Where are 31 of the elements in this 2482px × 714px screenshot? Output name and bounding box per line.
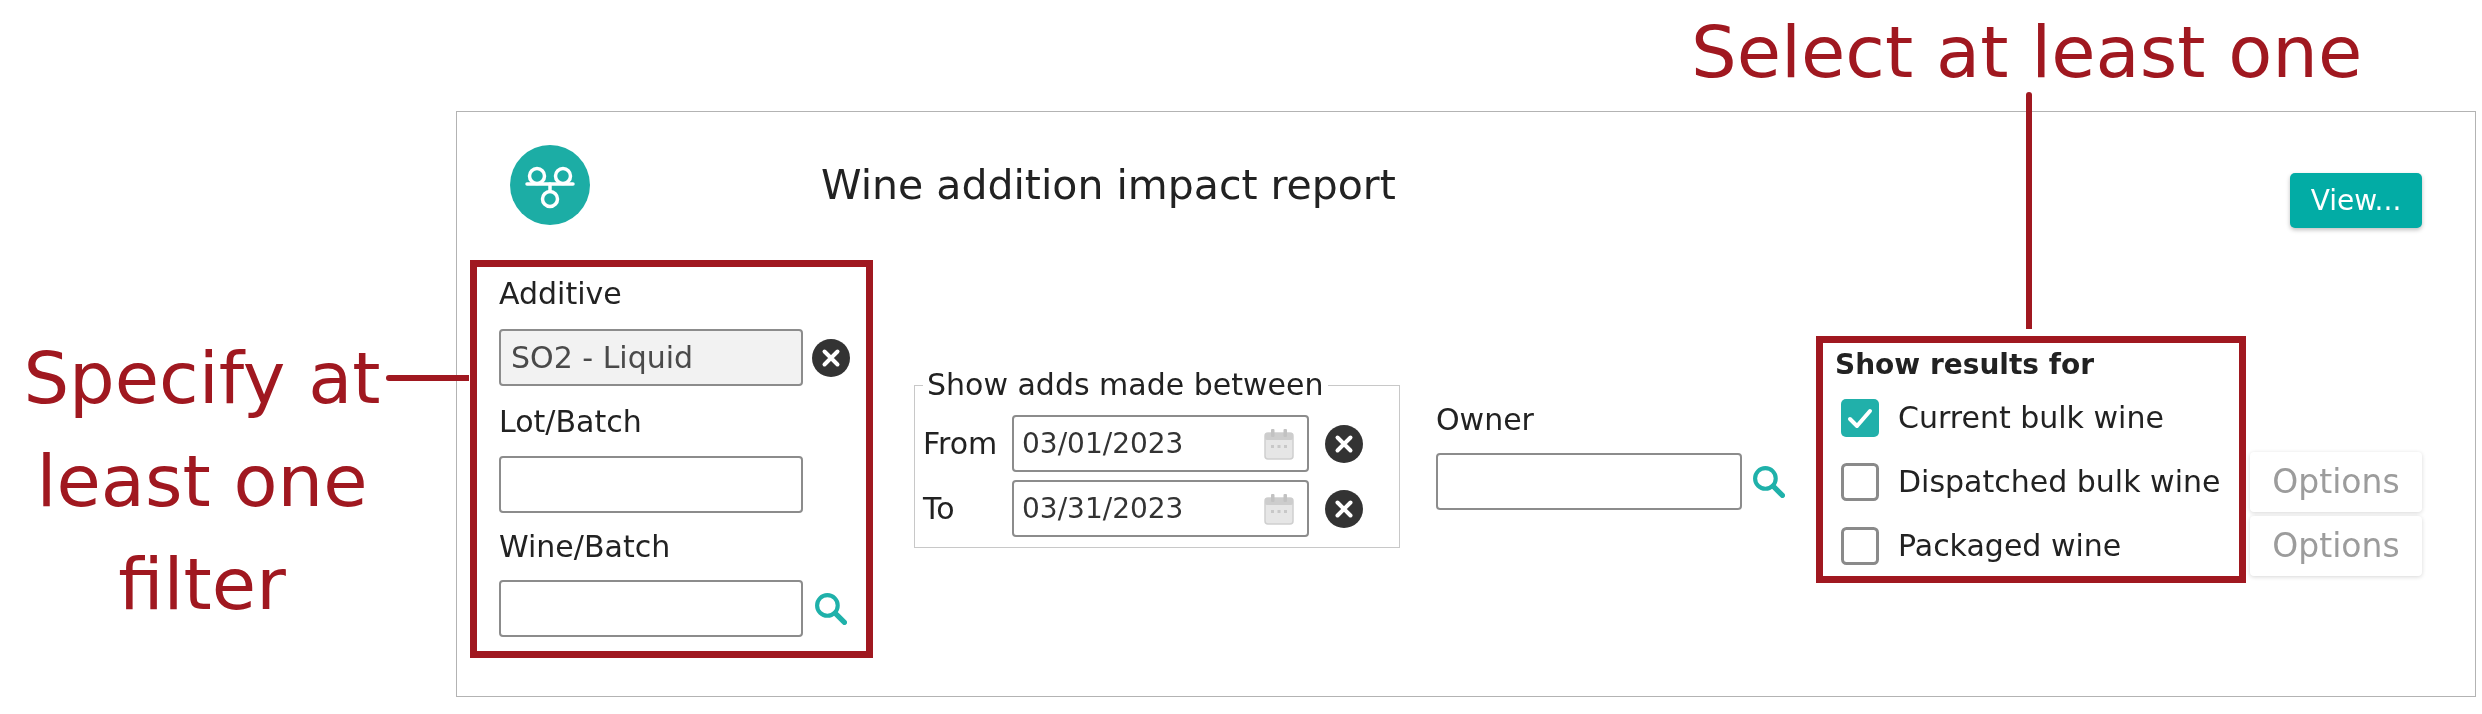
section-heading: Show results for: [1835, 347, 2094, 383]
calendar-icon[interactable]: [1263, 427, 1295, 460]
search-icon[interactable]: [814, 592, 847, 625]
field-label: Lot/Batch: [499, 404, 642, 440]
checkbox-label: Packaged wine: [1898, 527, 2122, 564]
checkbox[interactable]: [1841, 526, 1879, 565]
annotation-text: Specify at least one filter: [22, 335, 382, 628]
field-label: Wine/Batch: [499, 529, 671, 565]
clear-icon[interactable]: [1325, 489, 1363, 528]
annotation-text: Select at least one: [1691, 16, 2363, 88]
lot-batch-field[interactable]: [499, 456, 803, 513]
clear-icon[interactable]: [1325, 424, 1363, 463]
field-label: To: [923, 490, 956, 527]
date-field[interactable]: 03/01/2023: [1012, 415, 1309, 472]
field-label: Additive: [499, 276, 622, 312]
clear-icon[interactable]: [812, 338, 850, 377]
wine-batch-field[interactable]: [499, 580, 803, 637]
field-label: Owner: [1436, 402, 1534, 438]
group-legend: Show adds made between: [923, 367, 1328, 403]
logo-icon: [510, 144, 590, 225]
calendar-icon[interactable]: [1263, 492, 1295, 525]
checkbox[interactable]: [1841, 462, 1879, 501]
checkbox-label: Current bulk wine: [1898, 399, 2164, 436]
date-field[interactable]: 03/31/2023: [1012, 480, 1309, 537]
checkbox-label: Dispatched bulk wine: [1898, 463, 2221, 500]
checkbox[interactable]: [1841, 398, 1879, 437]
report-title: Wine addition impact report: [821, 160, 1396, 209]
field-label: From: [923, 425, 999, 462]
additive-field[interactable]: SO2 - Liquid: [499, 329, 803, 386]
search-icon[interactable]: [1752, 465, 1785, 498]
owner-field[interactable]: [1436, 453, 1742, 510]
